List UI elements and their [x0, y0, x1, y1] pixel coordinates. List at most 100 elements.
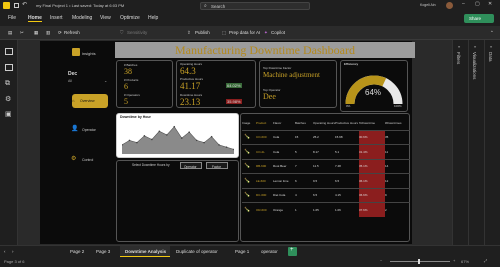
data-pane-collapsed[interactable]: « Data — [484, 40, 500, 245]
pct-downtime-cell: 35.1% — [359, 158, 385, 174]
table-row[interactable]: 🍾 CO-2L Cola 5 8.17 5.1 31.4% 11 — [242, 144, 410, 159]
tab-page-1[interactable]: Page 1 — [235, 249, 249, 254]
add-page-button[interactable]: + — [288, 247, 297, 256]
save-icon[interactable] — [14, 3, 19, 8]
col-flavor[interactable]: Flavor — [273, 116, 295, 130]
zoom-in-icon[interactable]: + — [453, 258, 455, 263]
table-row[interactable]: 🍾 CO-600 Cola 15 25.2 15.98 30.6% 35 — [242, 129, 410, 145]
model-view-icon[interactable]: ⧉ — [5, 80, 10, 88]
col-pct-downtime[interactable]: %Downtime — [359, 116, 385, 130]
col-product[interactable]: Product — [256, 116, 273, 130]
control-nav[interactable]: Control — [82, 158, 93, 162]
publish-button[interactable]: Publish — [195, 30, 210, 35]
data-expand-icon[interactable]: « — [490, 44, 492, 49]
hour-point[interactable] — [173, 125, 176, 128]
copilot-icon[interactable]: ✦ — [264, 30, 268, 36]
hour-point[interactable] — [158, 130, 161, 133]
refresh-icon[interactable]: ⟳ — [58, 30, 62, 36]
tab-page-3[interactable]: Page 3 — [96, 249, 110, 254]
hour-point[interactable] — [180, 137, 183, 139]
zoom-slider-thumb[interactable] — [418, 259, 420, 264]
menu-insert[interactable]: Insert — [50, 15, 63, 21]
prep-ai-button[interactable]: Prep data for AI — [229, 30, 260, 35]
copilot-button[interactable]: Copilot — [271, 30, 285, 35]
operator-nav[interactable]: Operator — [82, 128, 96, 132]
tab-nav-prev-icon[interactable]: ‹ — [4, 249, 6, 254]
zoom-slider[interactable] — [390, 261, 450, 262]
col-batches[interactable]: Batches — [295, 116, 313, 130]
slicer-option-operator[interactable]: Operator — [180, 162, 202, 169]
avatar[interactable] — [446, 2, 453, 9]
hour-point[interactable] — [225, 146, 228, 148]
product-cell: RB-600 — [256, 158, 273, 174]
share-button[interactable]: Share — [464, 14, 494, 23]
dax-query-icon[interactable]: ⚙ — [5, 95, 11, 103]
slicer-option-factor[interactable]: Factor — [206, 162, 228, 169]
col-image[interactable]: Image — [242, 116, 256, 130]
menu-home[interactable]: Home — [28, 15, 42, 22]
maximize-icon[interactable]: ▢ — [475, 1, 480, 7]
month-dropdown-icon[interactable]: ⌄ — [104, 78, 107, 83]
downtime-pct-badge: 35.98% — [226, 99, 242, 104]
operator-icon[interactable]: 👤 — [71, 125, 78, 132]
menu-help[interactable]: Help — [148, 15, 158, 21]
filters-expand-icon[interactable]: « — [458, 44, 460, 49]
control-icon[interactable]: ⚙ — [71, 155, 76, 162]
hour-point[interactable] — [210, 135, 213, 138]
visualizations-pane-collapsed[interactable]: « Visualizations — [468, 40, 484, 245]
menu-modeling[interactable]: Modeling — [72, 15, 92, 21]
chart-icon[interactable]: ▥ — [46, 30, 50, 36]
logo-text: insights — [82, 51, 96, 56]
zoom-out-icon[interactable]: − — [380, 258, 382, 263]
efficiency-label: Efficiency — [344, 62, 359, 66]
close-icon[interactable]: ✕ — [488, 1, 492, 7]
month-sub[interactable]: All — [68, 79, 72, 83]
publish-icon[interactable]: ⇪ — [187, 30, 191, 36]
hour-point[interactable] — [203, 141, 205, 144]
undo-icon[interactable]: ↶ — [22, 1, 27, 8]
table-row[interactable]: 🍾 OR-600 Orange 1 1.65 1.06 37.6% 2 — [242, 202, 410, 217]
hour-point[interactable] — [188, 131, 190, 133]
visualizations-expand-icon[interactable]: « — [474, 44, 476, 49]
col-num-downtimes[interactable]: #Downtimes — [385, 116, 410, 130]
hour-point[interactable] — [151, 138, 153, 141]
table-icon[interactable]: ▦ — [34, 30, 38, 36]
search-box[interactable]: ⌕ Search — [200, 2, 310, 10]
tab-page-2[interactable]: Page 2 — [70, 249, 84, 254]
paste-icon[interactable]: ▤ — [8, 30, 12, 36]
hour-point[interactable] — [136, 141, 138, 144]
tab-operator[interactable]: operator — [261, 249, 278, 254]
productive-hours-cell: 6.5 — [335, 173, 359, 188]
hour-point[interactable] — [128, 139, 131, 142]
hour-point[interactable] — [218, 144, 220, 146]
refresh-button[interactable]: Refresh — [64, 30, 80, 35]
report-view-icon[interactable] — [5, 48, 13, 55]
col-productive-hours[interactable]: Productive Hours — [335, 116, 359, 130]
table-view-icon[interactable] — [5, 64, 13, 71]
menu-view[interactable]: View — [100, 15, 111, 21]
menu-file[interactable]: File — [8, 15, 16, 21]
prep-ai-icon[interactable]: ⬚ — [222, 30, 226, 36]
overview-button[interactable]: Overview — [72, 94, 108, 108]
sensitivity-button[interactable]: Sensitivity — [127, 30, 147, 35]
user-name[interactable]: Kogeli Ain — [420, 3, 436, 7]
hour-chart — [122, 125, 234, 154]
table-row[interactable]: 🍾 RB-600 Root Beer 7 11.5 7.48 35.1% 14 — [242, 158, 410, 174]
tab-downtime-analysis[interactable]: Downtime Analysis — [125, 249, 166, 254]
table-row[interactable]: 🍾 LE-600 Lemon lime 6 9.5 6.5 36.1% 12 — [242, 173, 410, 188]
fit-page-icon[interactable]: ⤢ — [484, 258, 487, 263]
menu-optimize[interactable]: Optimize — [120, 15, 140, 21]
tab-duplicate-of-operator[interactable]: Duplicate of operator — [176, 249, 218, 254]
table-row[interactable]: 🍾 DC-600 Diet Cola 4 6.5 4.15 36.6% 9 — [242, 187, 410, 203]
operating-hours-cell: 6.5 — [313, 187, 335, 203]
tab-nav-next-icon[interactable]: › — [12, 249, 14, 254]
tmdl-icon[interactable]: ▣ — [5, 110, 12, 118]
col-operating-hours[interactable]: Operating Hours — [313, 116, 335, 130]
hour-point[interactable] — [143, 135, 146, 137]
filters-pane-collapsed[interactable]: « Filters — [452, 40, 468, 245]
minimize-icon[interactable]: – — [462, 1, 465, 7]
collapse-ribbon-icon[interactable]: ⌃ — [490, 30, 494, 36]
hour-point[interactable] — [195, 139, 198, 142]
hour-point[interactable] — [166, 134, 168, 136]
format-painter-icon[interactable]: ✂ — [20, 30, 24, 36]
